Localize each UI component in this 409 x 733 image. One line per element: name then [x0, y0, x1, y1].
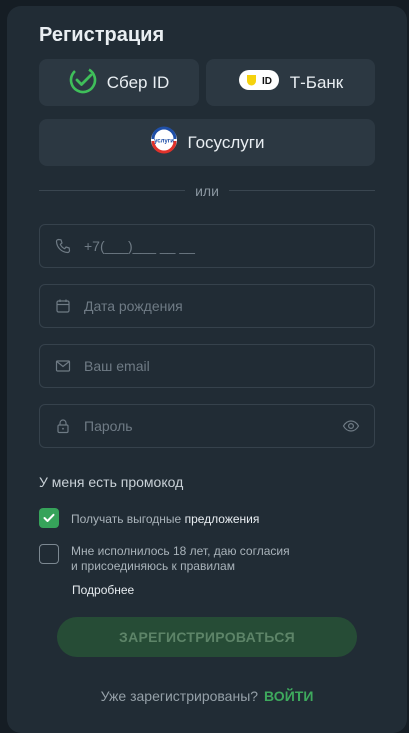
svg-text:ID: ID: [262, 76, 272, 87]
gosuslugi-logo-icon: услуги: [150, 126, 178, 159]
login-link[interactable]: ВОЙТИ: [264, 688, 313, 704]
gosuslugi-button[interactable]: услуги Госуслуги: [39, 119, 375, 166]
login-prompt: Уже зарегистрированы? ВОЙТИ: [7, 688, 407, 704]
mail-icon: [54, 357, 72, 375]
calendar-icon: [54, 297, 72, 315]
sber-logo-icon: [69, 66, 97, 99]
password-field[interactable]: [39, 404, 375, 448]
email-input[interactable]: [84, 358, 324, 374]
age-consent-checkbox[interactable]: [39, 544, 59, 564]
sber-id-label: Сбер ID: [106, 72, 170, 92]
tbank-logo-icon: ID: [238, 69, 280, 96]
birthdate-field[interactable]: [39, 284, 375, 328]
or-divider: или: [39, 181, 375, 201]
show-password-eye-icon[interactable]: [342, 418, 360, 439]
phone-field[interactable]: [39, 224, 375, 268]
offers-label: Получать выгодные предложения: [71, 512, 259, 527]
offers-checkbox[interactable]: [39, 508, 59, 528]
svg-text:услуги: услуги: [154, 139, 174, 145]
phone-input[interactable]: [84, 238, 324, 254]
password-input[interactable]: [84, 418, 324, 434]
gosuslugi-label: Госуслуги: [187, 132, 265, 152]
login-question: Уже зарегистрированы?: [100, 688, 259, 704]
divider-text: или: [195, 183, 219, 199]
divider-line-right: [229, 190, 375, 191]
age-consent-line-2: и присоединяюсь к правилам: [71, 559, 235, 573]
email-field[interactable]: [39, 344, 375, 388]
register-button[interactable]: ЗАРЕГИСТРИРОВАТЬСЯ: [57, 617, 357, 657]
age-consent-label: Мне исполнилось 18 лет, даю согласия и п…: [71, 544, 290, 574]
tbank-button[interactable]: ID Т-Банк: [206, 59, 375, 106]
registration-panel: Регистрация Сбер ID ID Т-Банк услуги Гос…: [7, 6, 407, 733]
lock-icon: [54, 417, 72, 435]
promo-code-toggle[interactable]: У меня есть промокод: [39, 474, 183, 490]
offers-link[interactable]: предложения: [185, 512, 260, 526]
checkmark-icon: [43, 513, 55, 522]
more-details-link[interactable]: Подробнее: [72, 583, 134, 597]
sber-id-button[interactable]: Сбер ID: [39, 59, 199, 106]
offers-label-text: Получать выгодные: [71, 512, 182, 526]
age-consent-line-1: Мне исполнилось 18 лет, даю согласия: [71, 544, 290, 558]
phone-icon: [54, 237, 72, 255]
birthdate-input[interactable]: [84, 298, 324, 314]
tbank-label: Т-Банк: [289, 72, 344, 92]
page-title: Регистрация: [39, 24, 165, 46]
